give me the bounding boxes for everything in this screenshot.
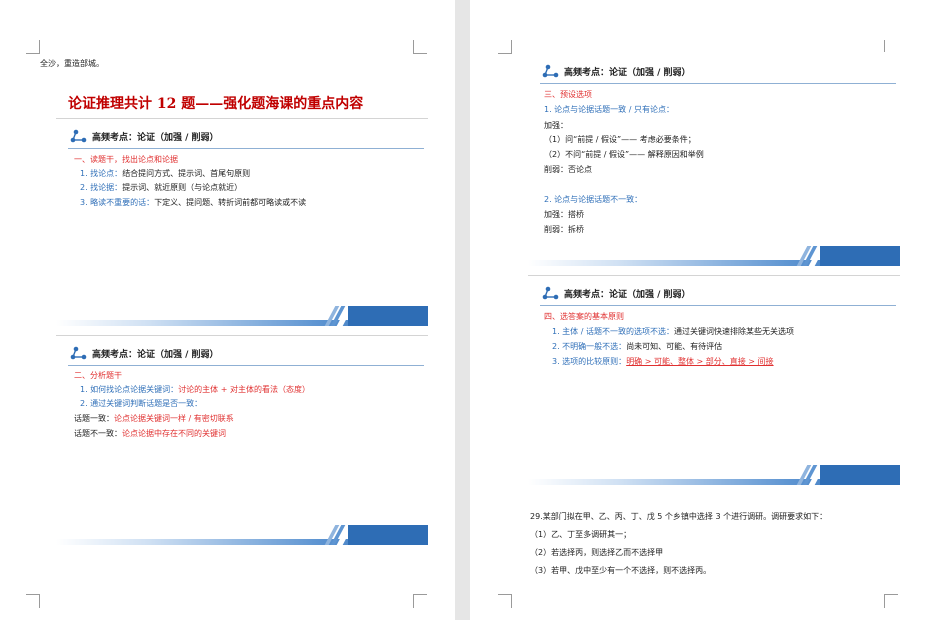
list-item: 3. 略读不重要的话：下定义、提问题、转折词前都可略读或不读 <box>80 198 307 207</box>
slide-answer-principles: 高频考点：论证（加强 / 削弱） 四、选答案的基本原则 1. 主体 / 话题不一… <box>528 275 900 485</box>
header-rule <box>68 365 424 366</box>
network-icon <box>542 286 559 300</box>
list-item: 1. 主体 / 话题不一致的选项不选：通过关键词快速排除某些无关选项 <box>552 327 794 336</box>
list-item: 1. 找论点：结合提问方式、提示词、首尾句原则 <box>80 169 251 178</box>
list-item: 削弱：否论点 <box>544 165 592 174</box>
crop-mark <box>884 594 898 608</box>
question-stem: 29.某部门拟在甲、乙、丙、丁、戊 5 个乡镇中选择 3 个进行调研。调研要求如… <box>530 512 828 521</box>
list-item: （1）问“前提 / 假设”—— 考虑必要条件； <box>544 135 696 144</box>
list-item: 削弱：拆桥 <box>544 225 584 234</box>
slide-header-text: 高频考点：论证（加强 / 削弱） <box>564 290 691 300</box>
header-rule <box>68 148 424 149</box>
slide-footer-band <box>528 465 900 485</box>
crop-mark <box>498 40 512 54</box>
list-item: 2. 通过关键词判断话题是否一致： <box>80 399 203 408</box>
question-condition: （3）若甲、戊中至少有一个不选择，则不选择丙。 <box>530 566 712 575</box>
crop-mark <box>413 40 427 54</box>
slide-header-text: 高频考点：论证（加强 / 削弱） <box>92 133 219 143</box>
header-rule <box>540 83 896 84</box>
list-item: 加强： <box>544 121 568 130</box>
network-icon <box>542 64 559 78</box>
question-condition: （2）若选择丙，则选择乙而不选择甲 <box>530 548 664 557</box>
list-item: 2. 找论据：提示词、就近原则（与论点就近） <box>80 183 243 192</box>
list-item: 1. 如何找论点论据关键词：讨论的主体 + 对主体的看法（态度） <box>80 385 310 394</box>
section-title: 二、分析题干 <box>74 371 122 380</box>
slide-header-text: 高频考点：论证（加强 / 削弱） <box>92 350 219 360</box>
header-rule <box>540 305 896 306</box>
list-item: 加强：搭桥 <box>544 210 584 219</box>
crop-mark <box>413 594 427 608</box>
slide-analyze-stem: 高频考点：论证（加强 / 削弱） 二、分析题干 1. 如何找论点论据关键词：讨论… <box>56 335 428 545</box>
section-title: 三、预设选项 <box>544 90 592 99</box>
list-item: 话题一致：论点论据关键词一样 / 有密切联系 <box>74 414 234 423</box>
list-item: 1. 论点与论据话题一致 / 只有论点： <box>544 105 674 114</box>
slide-footer-band <box>56 525 428 545</box>
section-title: 一、读题干，找出论点和论据 <box>74 155 178 164</box>
network-icon <box>70 346 87 360</box>
slide-preset-options: 高频考点：论证（加强 / 削弱） 三、预设选项 1. 论点与论据话题一致 / 只… <box>528 52 900 266</box>
list-item: 话题不一致：论点论据中存在不同的关键词 <box>74 429 226 438</box>
list-item: 2. 不明确一般不选：尚未可知、可能、有待评估 <box>552 342 723 351</box>
question-condition: （1）乙、丁至多调研其一； <box>530 530 632 539</box>
document-page-left: 全沙，重造部城。 论证推理共计 12 题——强化题海课的重点内容 高频考点：论证… <box>0 0 455 620</box>
list-item: 3. 选项的比较原则：明确 > 可能、整体 > 部分、直接 > 间接 <box>552 357 774 366</box>
network-icon <box>70 129 87 143</box>
intro-text: 全沙，重造部城。 <box>40 59 104 68</box>
document-page-right: 高频考点：论证（加强 / 削弱） 三、预设选项 1. 论点与论据话题一致 / 只… <box>470 0 929 620</box>
slide-header-text: 高频考点：论证（加强 / 削弱） <box>564 68 691 78</box>
crop-mark <box>498 594 512 608</box>
list-item: （2）不问“前提 / 假设”—— 解释原因和举例 <box>544 150 704 159</box>
slide-footer-band <box>528 246 900 266</box>
section-title: 四、选答案的基本原则 <box>544 312 624 321</box>
list-item: 2. 论点与论据话题不一致： <box>544 195 643 204</box>
crop-mark <box>26 594 40 608</box>
document-title: 论证推理共计 12 题——强化题海课的重点内容 <box>68 96 364 112</box>
slide-reading-stem: 高频考点：论证（加强 / 削弱） 一、读题干，找出论点和论据 1. 找论点：结合… <box>56 118 428 326</box>
slide-footer-band <box>56 306 428 326</box>
crop-mark <box>26 40 40 54</box>
